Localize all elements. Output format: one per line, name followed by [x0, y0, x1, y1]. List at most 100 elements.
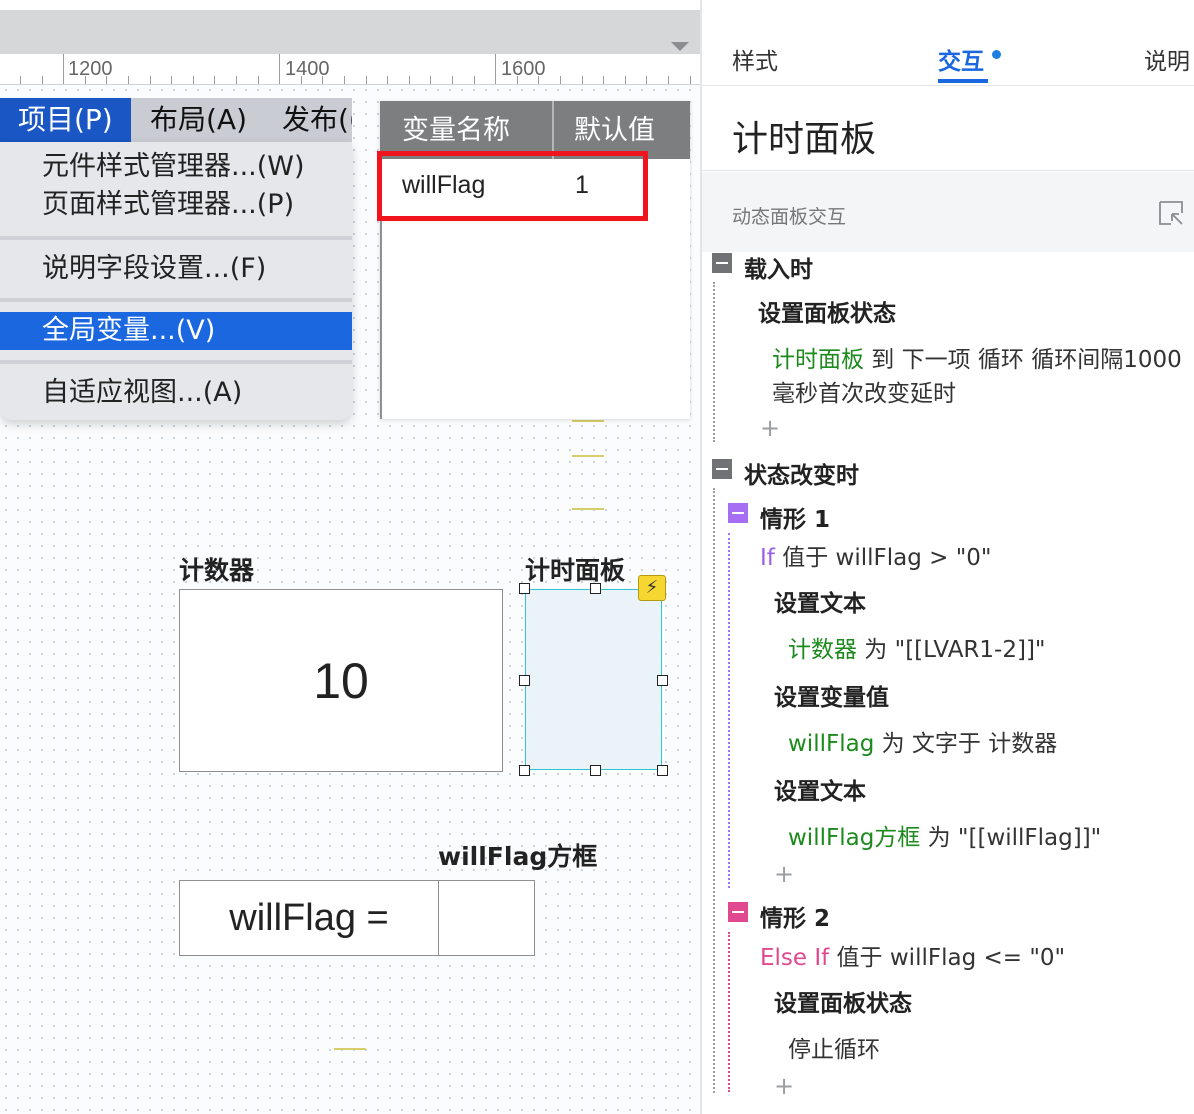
action-detail-cont: 毫秒首次改变延时 [772, 381, 956, 407]
resize-handle[interactable] [519, 675, 530, 686]
menu-item-notes-fields[interactable]: 说明字段设置...(F) [0, 250, 352, 288]
ruler-tick [517, 76, 518, 84]
event-on-load[interactable]: 载入时 [744, 250, 813, 284]
collapse-icon[interactable] [712, 253, 732, 273]
section-label: 动态面板交互 [732, 206, 847, 228]
action-set-text[interactable]: 设置文本 [774, 584, 866, 618]
collapse-icon[interactable] [728, 503, 748, 523]
panel-title: 计时面板 [732, 119, 877, 160]
detail-text: 为 "[[LVAR1-2]]" [857, 637, 1046, 663]
add-icon[interactable]: + [774, 1072, 794, 1100]
ruler-tick [193, 76, 194, 84]
menu-item-page-styles[interactable]: 页面样式管理器...(P) [0, 186, 352, 224]
target-name: 计时面板 [772, 347, 864, 373]
tab-indicator-dot [992, 50, 1001, 59]
ruler-tick [128, 76, 129, 84]
menu-publish[interactable]: 发布(( [264, 98, 352, 142]
collapse-icon[interactable] [712, 459, 732, 479]
menu-layout[interactable]: 布局(A) [132, 98, 265, 142]
action-set-text[interactable]: 设置文本 [774, 772, 866, 806]
ruler-tick [214, 76, 215, 84]
menu-item-adaptive-views[interactable]: 自适应视图...(A) [0, 374, 352, 412]
target-name: willFlag方框 [788, 825, 921, 851]
section-divider [702, 170, 1194, 171]
action-set-variable[interactable]: 设置变量值 [774, 678, 889, 712]
ruler-tick [279, 54, 280, 84]
dropdown-triangle-icon[interactable] [671, 42, 689, 51]
ruler-tick [63, 54, 64, 84]
menu-separator [0, 236, 352, 240]
tab-interactions[interactable]: 交互 [938, 42, 984, 76]
willflag-text-widget[interactable]: willFlag = [180, 881, 439, 955]
ruler-tick [646, 76, 647, 84]
expand-icon[interactable] [1158, 200, 1184, 226]
event-on-state-change[interactable]: 状态改变时 [744, 456, 859, 490]
add-icon[interactable]: + [760, 414, 780, 442]
ruler-tick [236, 76, 237, 84]
tree-line [713, 488, 715, 1093]
ruler-tick [42, 76, 43, 84]
ruler-tick [409, 76, 410, 84]
tree-line [728, 932, 730, 1092]
ruler-tick [495, 54, 496, 84]
ruler-tick [560, 76, 561, 84]
ruler-tick [474, 76, 475, 84]
case-1-title[interactable]: 情形 1 [760, 500, 830, 534]
timer-panel-label: 计时面板 [525, 556, 626, 585]
design-canvas[interactable]: 1200 1400 1600 计数器 10 计时面板 ⚡ willFlag方框 … [0, 0, 700, 1114]
ruler-tick [603, 76, 604, 84]
tree-line [728, 533, 730, 888]
target-name: 计数器 [788, 637, 857, 663]
add-icon[interactable]: + [774, 860, 794, 888]
action-detail: willFlag方框 为 "[[willFlag]]" [788, 818, 1101, 852]
case-2-condition: Else If 值于 willFlag <= "0" [760, 938, 1065, 972]
action-detail: willFlag 为 文字于 计数器 [788, 724, 1057, 758]
resize-handle[interactable] [657, 675, 668, 686]
action-detail: 停止循环 [788, 1037, 880, 1063]
resize-handle[interactable] [657, 765, 668, 776]
ruler-tick [301, 76, 302, 84]
ruler-tick [322, 76, 323, 84]
ruler-tick [582, 76, 583, 84]
resize-handle[interactable] [590, 583, 601, 594]
global-variables-table: 变量名称 默认值 willFlag 1 [380, 101, 690, 419]
inspector-panel: 样式 交互 说明 计时面板 动态面板交互 载入时 设置面板状态 计时面板 到 下… [700, 0, 1194, 1114]
ruler-tick [150, 76, 151, 84]
menu-item-widget-styles[interactable]: 元件样式管理器...(W) [0, 148, 352, 186]
ruler-tick [430, 76, 431, 84]
menu-separator [0, 360, 352, 364]
tab-style[interactable]: 样式 [732, 42, 778, 76]
tabs-divider [702, 85, 1194, 86]
ruler-tick [106, 76, 107, 84]
lightning-icon[interactable]: ⚡ [638, 575, 666, 601]
action-detail: 计时面板 到 下一项 循环 循环间隔1000 [772, 340, 1182, 374]
collapse-icon[interactable] [728, 902, 748, 922]
resize-handle[interactable] [590, 765, 601, 776]
action-set-panel-state[interactable]: 设置面板状态 [774, 984, 912, 1018]
case-2-title[interactable]: 情形 2 [760, 899, 830, 933]
highlight-annotation [377, 151, 648, 221]
menu-separator [0, 298, 352, 302]
ruler-tick [171, 76, 172, 84]
timer-dynamic-panel[interactable] [525, 589, 662, 770]
menu-item-global-variables[interactable]: 全局变量...(V) [0, 312, 352, 350]
menu-bar: 项目(P) 布局(A) 发布(( [0, 98, 352, 142]
condition-text: 值于 willFlag <= "0" [829, 945, 1066, 971]
ruler-tick [387, 76, 388, 84]
tab-notes[interactable]: 说明 [1144, 42, 1190, 76]
ruler-tick [625, 76, 626, 84]
counter-widget[interactable]: 10 [179, 589, 503, 772]
detail-text: 为 "[[willFlag]]" [920, 825, 1102, 851]
resize-handle[interactable] [519, 765, 530, 776]
willflag-value-box[interactable] [440, 881, 534, 955]
active-tab-underline [938, 79, 988, 83]
tree-line [713, 282, 715, 442]
guide-mark [572, 420, 604, 422]
else-if-keyword: Else If [760, 945, 830, 971]
willflag-box-label: willFlag方框 [438, 842, 598, 871]
menu-project[interactable]: 项目(P) [0, 98, 131, 142]
condition-text: 值于 willFlag > "0" [774, 545, 992, 571]
ruler-tick [20, 76, 21, 84]
resize-handle[interactable] [519, 583, 530, 594]
action-set-panel-state[interactable]: 设置面板状态 [758, 294, 896, 328]
